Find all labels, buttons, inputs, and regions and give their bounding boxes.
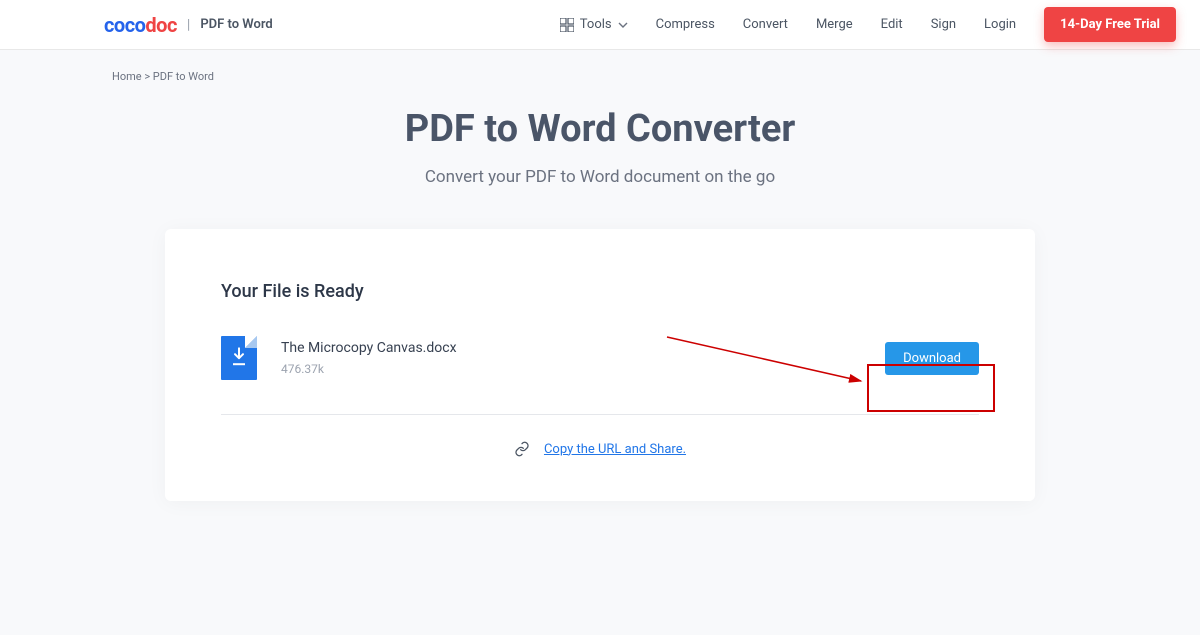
nav-login[interactable]: Login — [984, 17, 1016, 32]
file-size: 476.37k — [281, 362, 885, 376]
share-row: Copy the URL and Share. — [221, 441, 979, 457]
nav-merge[interactable]: Merge — [816, 17, 853, 32]
chevron-down-icon — [618, 17, 628, 32]
nav-sign[interactable]: Sign — [931, 17, 956, 32]
logo-separator: | — [187, 17, 190, 33]
free-trial-button[interactable]: 14-Day Free Trial — [1044, 7, 1176, 42]
page-subtitle: Convert your PDF to Word document on the… — [0, 167, 1200, 187]
download-button[interactable]: Download — [885, 342, 979, 375]
file-row: The Microcopy Canvas.docx 476.37k Downlo… — [221, 336, 979, 415]
file-meta: The Microcopy Canvas.docx 476.37k — [281, 340, 885, 376]
result-card: Your File is Ready The Microcopy Canvas.… — [165, 229, 1035, 501]
header: cocodoc | PDF to Word Tools Compress Con… — [0, 0, 1200, 50]
nav-compress[interactable]: Compress — [656, 17, 715, 32]
breadcrumb[interactable]: Home > PDF to Word — [0, 70, 1200, 107]
nav-convert[interactable]: Convert — [743, 17, 788, 32]
nav-edit[interactable]: Edit — [881, 17, 903, 32]
page-body: Home > PDF to Word PDF to Word Converter… — [0, 50, 1200, 635]
logo-text-doc: doc — [145, 13, 176, 37]
ready-heading: Your File is Ready — [221, 281, 979, 302]
nav: Tools Compress Convert Merge Edit Sign L… — [560, 7, 1176, 42]
file-download-icon — [221, 336, 257, 380]
page-title: PDF to Word Converter — [0, 107, 1200, 151]
logo-text-coco: coco — [104, 13, 145, 37]
nav-tools[interactable]: Tools — [560, 17, 628, 32]
grid-icon — [560, 18, 574, 32]
file-name: The Microcopy Canvas.docx — [281, 340, 885, 356]
logo-label: PDF to Word — [200, 17, 272, 32]
logo[interactable]: cocodoc | PDF to Word — [104, 13, 273, 37]
copy-url-link[interactable]: Copy the URL and Share. — [544, 442, 686, 457]
nav-tools-label: Tools — [580, 17, 612, 32]
link-icon — [514, 441, 530, 457]
